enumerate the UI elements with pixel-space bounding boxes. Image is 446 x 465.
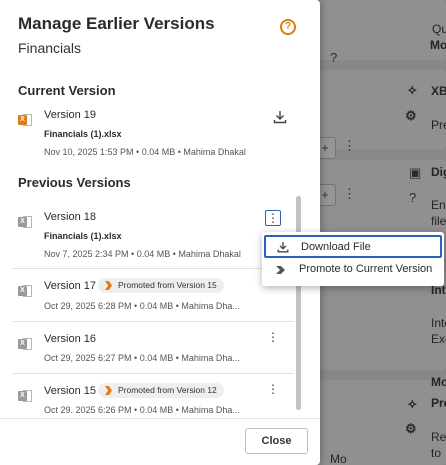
version-actions-kebab-icon[interactable]: ⋮: [265, 210, 281, 226]
version-meta: Nov 10, 2025 1:53 PM • 0.04 MB • Mahima …: [44, 147, 246, 157]
version-name: Version 19: [44, 109, 96, 121]
menu-item-label: Download File: [301, 241, 371, 253]
divider: [12, 268, 294, 269]
version-meta: Oct 29, 2025 6:28 PM • 0.04 MB • Mahima …: [44, 301, 240, 311]
version-actions-kebab-icon[interactable]: ⋮: [265, 382, 281, 398]
modal-title: Manage Earlier Versions: [18, 14, 215, 33]
promote-chevron-icon: [276, 266, 285, 274]
excel-file-icon: X: [18, 389, 32, 403]
excel-file-icon: X: [18, 284, 32, 298]
download-icon: [277, 242, 289, 253]
excel-file-icon: X: [18, 113, 32, 127]
version-filename: Financials (1).xlsx: [44, 231, 122, 241]
version-actions-kebab-icon[interactable]: ⋮: [265, 330, 281, 346]
divider: [12, 321, 294, 322]
version-meta: Oct 29, 2025 6:27 PM • 0.04 MB • Mahima …: [44, 353, 240, 363]
menu-item-label: Promote to Current Version: [299, 263, 433, 275]
download-icon[interactable]: [273, 110, 287, 124]
promote-chevron-icon: [105, 386, 112, 395]
previous-versions-heading: Previous Versions: [18, 175, 131, 190]
promote-chevron-icon: [105, 281, 112, 290]
divider: [12, 373, 294, 374]
promoted-badge-label: Promoted from Version 12: [118, 385, 217, 395]
footer-divider: [0, 418, 320, 419]
promoted-badge: Promoted from Version 12: [98, 383, 224, 398]
menu-item-promote-to-current[interactable]: Promote to Current Version: [264, 259, 442, 282]
excel-file-icon: X: [18, 215, 32, 229]
version-name: Version 17: [44, 280, 96, 292]
question-circle-icon[interactable]: ?: [280, 19, 296, 35]
excel-file-icon: X: [18, 337, 32, 351]
version-meta: Nov 7, 2025 2:34 PM • 0.04 MB • Mahima D…: [44, 249, 241, 259]
promoted-badge-label: Promoted from Version 15: [118, 280, 217, 290]
version-name: Version 16: [44, 333, 96, 345]
modal-subtitle: Financials: [18, 40, 82, 56]
version-filename: Financials (1).xlsx: [44, 129, 122, 139]
version-name: Version 15: [44, 385, 96, 397]
promoted-badge: Promoted from Version 15: [98, 278, 224, 293]
current-version-heading: Current Version: [18, 83, 116, 98]
menu-item-download-file[interactable]: Download File: [264, 235, 442, 258]
close-button[interactable]: Close: [245, 428, 308, 454]
version-actions-menu: Download File Promote to Current Version: [262, 232, 444, 286]
version-name: Version 18: [44, 211, 96, 223]
scrollbar-thumb[interactable]: [296, 196, 301, 410]
version-meta: Oct 29, 2025 6:26 PM • 0.04 MB • Mahima …: [44, 405, 240, 413]
